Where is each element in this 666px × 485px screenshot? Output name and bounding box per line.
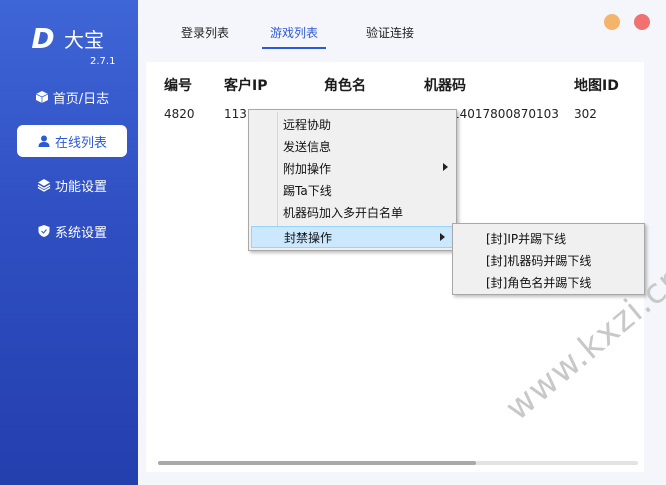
cell-machine-code: 14017800870103 [452, 107, 559, 121]
app-name: 大宝 [64, 28, 104, 52]
app-version: 2.7.1 [90, 56, 116, 67]
tab-login-list[interactable]: 登录列表 [181, 24, 229, 47]
column-header-map-id[interactable]: 地图ID [574, 75, 619, 95]
menu-item-label: 踢Ta下线 [283, 183, 332, 198]
sidebar-item-online-list[interactable]: 在线列表 [17, 125, 127, 157]
app-logo: D 大宝 [26, 22, 104, 55]
sidebar-item-label: 在线列表 [54, 135, 107, 151]
shield-icon [37, 224, 51, 238]
layers-icon [37, 178, 51, 192]
ban-submenu: [封]IP并踢下线 [封]机器码并踢下线 [封]角色名并踢下线 [452, 223, 645, 295]
cube-icon [35, 90, 49, 104]
menu-item-label: [封]角色名并踢下线 [486, 275, 592, 290]
sidebar-item-features[interactable]: 功能设置 [17, 169, 127, 201]
column-header-machine-code[interactable]: 机器码 [424, 75, 466, 95]
menu-item-label: 发送信息 [283, 139, 332, 154]
minimize-button[interactable] [604, 14, 620, 30]
menu-item-machine-whitelist[interactable]: 机器码加入多开白名单 [249, 201, 456, 223]
menu-item-ban-actions[interactable]: 封禁操作 [251, 226, 454, 248]
menu-item-label: 封禁操作 [284, 230, 333, 245]
tab-verify-connection[interactable]: 验证连接 [366, 24, 414, 47]
column-header-id[interactable]: 编号 [164, 75, 192, 95]
menu-item-label: [封]机器码并踢下线 [486, 253, 592, 268]
menu-item-label: 附加操作 [283, 161, 332, 176]
close-button[interactable] [634, 14, 650, 30]
cell-client-ip: 113. [224, 107, 251, 121]
submenu-item-ban-role[interactable]: [封]角色名并踢下线 [453, 271, 644, 293]
sidebar-item-label: 功能设置 [54, 179, 107, 195]
app-window: D 大宝 2.7.1 首页/日志 在线列表 功能设置 系统设置 登录列表 游戏列… [0, 0, 666, 485]
submenu-arrow-icon [443, 163, 448, 171]
scrollbar-thumb[interactable] [158, 461, 476, 465]
tab-game-list[interactable]: 游戏列表 [262, 24, 327, 49]
logo-mark: D [31, 22, 54, 55]
sidebar: D 大宝 2.7.1 首页/日志 在线列表 功能设置 系统设置 [0, 0, 138, 485]
user-icon [37, 134, 51, 148]
sidebar-item-system[interactable]: 系统设置 [17, 215, 127, 247]
sidebar-item-label: 系统设置 [54, 225, 107, 241]
menu-item-label: [封]IP并踢下线 [486, 231, 567, 246]
submenu-item-ban-ip[interactable]: [封]IP并踢下线 [453, 227, 644, 249]
menu-item-extra-actions[interactable]: 附加操作 [249, 157, 456, 179]
sidebar-item-label: 首页/日志 [52, 91, 110, 107]
submenu-item-ban-machine[interactable]: [封]机器码并踢下线 [453, 249, 644, 271]
cell-map-id: 302 [574, 107, 597, 121]
sidebar-item-home[interactable]: 首页/日志 [17, 81, 127, 113]
column-header-role-name[interactable]: 角色名 [324, 75, 366, 95]
menu-item-kick-offline[interactable]: 踢Ta下线 [249, 179, 456, 201]
column-header-client-ip[interactable]: 客户IP [224, 75, 267, 95]
menu-item-remote-assist[interactable]: 远程协助 [249, 113, 456, 135]
menu-item-label: 机器码加入多开白名单 [283, 205, 404, 220]
menu-item-label: 远程协助 [283, 117, 332, 132]
menu-item-send-message[interactable]: 发送信息 [249, 135, 456, 157]
submenu-arrow-icon [440, 233, 445, 241]
context-menu: 远程协助 发送信息 附加操作 踢Ta下线 机器码加入多开白名单 封禁操作 [248, 109, 457, 251]
cell-id: 4820 [164, 107, 195, 121]
